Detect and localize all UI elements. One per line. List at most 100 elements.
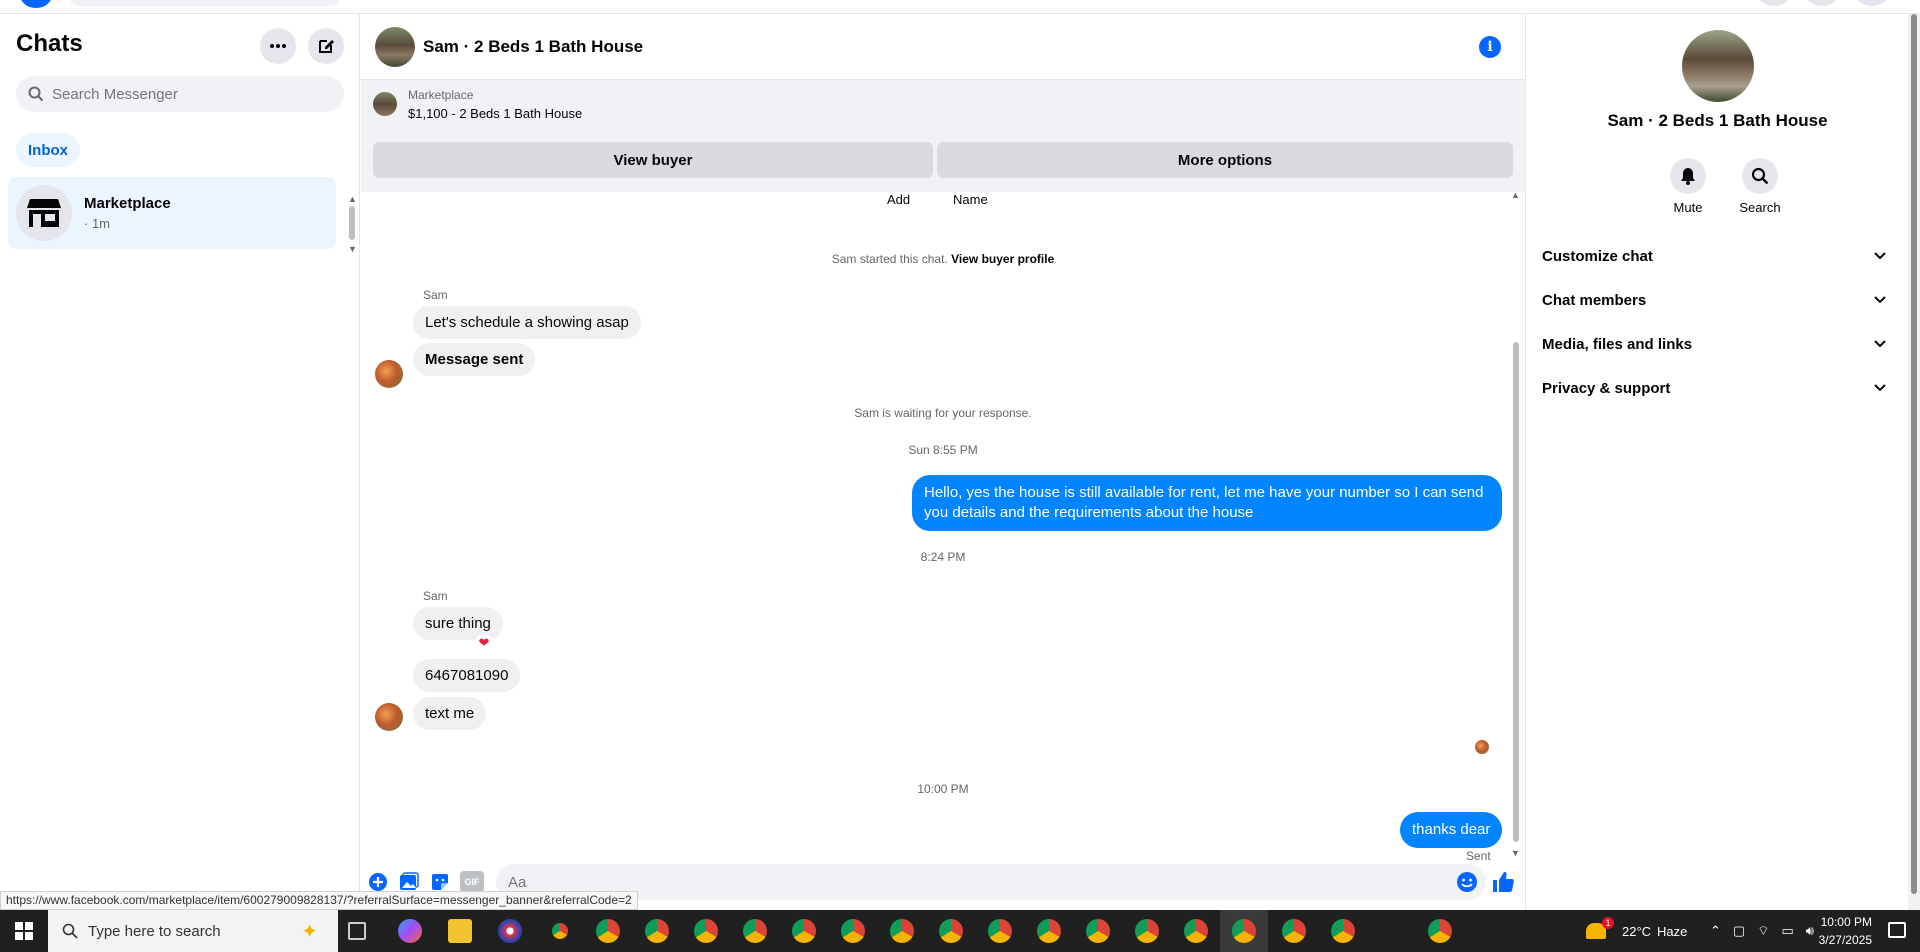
scroll-up-arrow-icon[interactable]: ▲ (348, 194, 357, 204)
search-icon (28, 86, 44, 102)
chevron-up-icon[interactable]: ⌃ (1710, 923, 1721, 939)
browser-top-strip (0, 0, 1920, 14)
paint-app-icon[interactable] (498, 919, 522, 943)
more-options-button[interactable] (260, 28, 296, 64)
media-files-links-section[interactable]: Media, files and links (1534, 326, 1894, 362)
chrome-icon[interactable] (645, 919, 669, 943)
scroll-down-arrow-icon[interactable]: ▼ (348, 244, 357, 254)
message-bubble-outgoing[interactable]: thanks dear (1400, 812, 1503, 848)
message-input[interactable] (508, 873, 1408, 891)
banner-listing[interactable]: $1,100 - 2 Beds 1 Bath House (408, 106, 582, 121)
chrome-icon[interactable] (988, 919, 1012, 943)
listing-thumbnail[interactable] (375, 26, 415, 67)
chevron-down-icon (1874, 252, 1886, 260)
chat-item-name: Marketplace (84, 195, 171, 212)
view-buyer-button[interactable]: View buyer (373, 142, 933, 178)
scrollbar-thumb[interactable] (349, 206, 355, 240)
partial-name-label: Name (953, 192, 988, 207)
notifications-icon[interactable] (1806, 0, 1838, 6)
chrome-icon[interactable] (596, 919, 620, 943)
search-messenger[interactable] (16, 76, 344, 112)
photo-icon[interactable] (398, 871, 420, 893)
start-button[interactable] (0, 910, 48, 952)
search-input[interactable] (52, 85, 332, 103)
message-bubble-incoming[interactable]: Let's schedule a showing asap (413, 306, 641, 339)
camera-icon[interactable]: ▢ (1733, 923, 1745, 939)
read-receipt-avatar (1475, 740, 1489, 754)
facebook-search-bar[interactable] (70, 0, 340, 6)
chrome-icon[interactable] (743, 919, 767, 943)
sender-avatar[interactable] (375, 703, 403, 731)
account-avatar[interactable] (1856, 0, 1888, 6)
chrome-icon[interactable] (1184, 919, 1208, 943)
listing-profile-image[interactable] (1682, 30, 1754, 102)
more-options-button[interactable]: More options (937, 142, 1513, 178)
chrome-icon[interactable] (792, 919, 816, 943)
search-icon (62, 923, 78, 939)
thread-scrollbar[interactable]: ▲ ▼ (1511, 190, 1521, 872)
more-actions-icon[interactable] (367, 871, 389, 893)
menu-icon[interactable] (1758, 0, 1790, 6)
chrome-icon[interactable] (548, 919, 572, 943)
search-icon[interactable] (1742, 158, 1778, 194)
customize-chat-section[interactable]: Customize chat (1534, 238, 1894, 274)
scroll-down-arrow-icon[interactable]: ▼ (1511, 848, 1520, 858)
heart-reaction-icon[interactable]: ❤ (475, 634, 493, 652)
chrome-icon[interactable] (1428, 919, 1452, 943)
message-input-field[interactable] (496, 864, 1486, 900)
timestamp: Sun 8:55 PM (908, 443, 978, 457)
copilot-icon[interactable] (398, 919, 422, 943)
chrome-icon[interactable] (1282, 919, 1306, 943)
notification-center-icon[interactable] (1888, 922, 1906, 938)
chrome-icon[interactable] (1331, 919, 1355, 943)
bell-icon[interactable] (1670, 158, 1706, 194)
new-message-button[interactable] (308, 28, 344, 64)
message-bubble-incoming[interactable]: text me (413, 697, 487, 730)
marketplace-avatar (16, 185, 72, 241)
message-bubble-incoming[interactable]: Message sent (413, 343, 536, 376)
privacy-support-section[interactable]: Privacy & support (1534, 370, 1894, 406)
view-buyer-profile-link[interactable]: View buyer profile (951, 252, 1054, 266)
chat-list-item-marketplace[interactable]: Marketplace · 1m (8, 177, 336, 249)
conversation-info-icon[interactable]: i (1479, 36, 1501, 58)
gif-icon[interactable]: GIF (460, 871, 484, 893)
scrollbar-thumb[interactable] (1513, 342, 1519, 842)
chrome-icon[interactable] (890, 919, 914, 943)
chevron-down-icon (1874, 384, 1886, 392)
message-bubble-incoming[interactable]: 6467081090 (413, 659, 521, 692)
clock-time: 10:00 PM (1820, 915, 1872, 929)
chat-list-scrollbar[interactable]: ▲ ▼ (348, 194, 357, 254)
section-label: Media, files and links (1542, 335, 1693, 353)
message-bubble-outgoing[interactable]: Hello, yes the house is still available … (912, 475, 1502, 531)
chrome-icon[interactable] (841, 919, 865, 943)
task-view-icon[interactable] (348, 922, 366, 940)
chrome-icon[interactable] (1135, 919, 1159, 943)
chrome-icon[interactable] (1086, 919, 1110, 943)
waiting-notice: Sam is waiting for your response. (854, 406, 1032, 420)
inbox-filter-tab[interactable]: Inbox (16, 133, 80, 167)
weather-widget[interactable]: 1 22°C Haze (1586, 910, 1687, 952)
facebook-logo-icon[interactable] (20, 0, 52, 8)
mute-action[interactable]: Mute (1658, 158, 1718, 215)
timestamp: 8:24 PM (920, 550, 966, 564)
chat-members-section[interactable]: Chat members (1534, 282, 1894, 318)
conversation-title[interactable]: Sam · 2 Beds 1 Bath House (423, 37, 643, 57)
chrome-icon[interactable] (694, 919, 718, 943)
chrome-icon[interactable] (939, 919, 963, 943)
file-explorer-icon[interactable] (448, 919, 472, 943)
sender-avatar[interactable] (375, 360, 403, 388)
page-scrollbar[interactable] (1908, 14, 1920, 910)
like-thumbs-up-icon[interactable] (1491, 870, 1515, 894)
scroll-up-arrow-icon[interactable]: ▲ (1511, 190, 1520, 200)
search-action[interactable]: Search (1730, 158, 1790, 215)
taskbar-search[interactable]: Type here to search ✦ (48, 910, 338, 952)
chrome-icon[interactable] (1232, 919, 1256, 943)
emoji-icon[interactable] (1456, 871, 1478, 893)
network-icon[interactable]: ⌔ (1757, 923, 1769, 939)
chat-started-text: Sam started this chat. (831, 252, 948, 266)
sticker-icon[interactable] (429, 871, 451, 893)
clock[interactable]: 10:00 PM 3/27/2025 (1792, 913, 1872, 949)
scrollbar-thumb[interactable] (1911, 14, 1917, 894)
taskbar-search-text: Type here to search (88, 922, 221, 940)
chrome-icon[interactable] (1037, 919, 1061, 943)
